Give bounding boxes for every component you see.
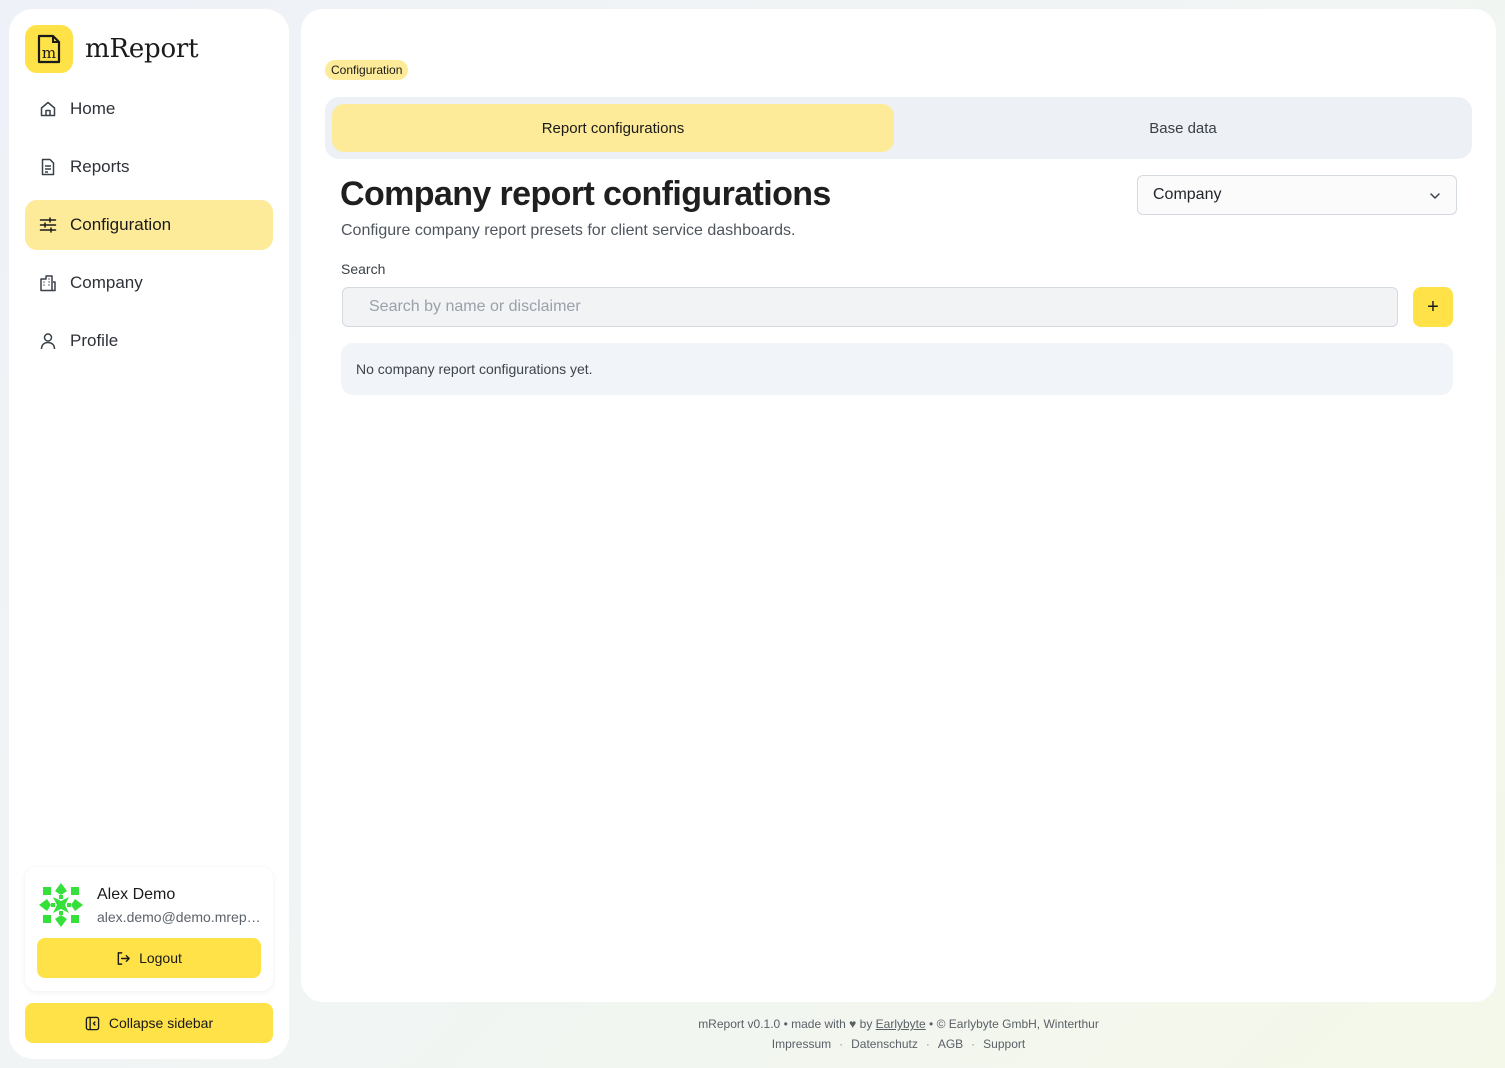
version-text: mReport v0.1.0	[698, 1017, 781, 1031]
collapse-sidebar-button[interactable]: Collapse sidebar	[25, 1003, 273, 1043]
collapse-sidebar-icon	[85, 1016, 100, 1030]
sidebar-item-configuration[interactable]: Configuration	[25, 200, 273, 250]
add-configuration-button[interactable]: +	[1413, 287, 1453, 327]
logout-label: Logout	[139, 950, 182, 966]
footer-dot: •	[783, 1017, 792, 1031]
scope-select-value: Company	[1153, 186, 1222, 203]
tab-bar: Report configurations Base data	[325, 97, 1472, 159]
impressum-link[interactable]: Impressum	[772, 1037, 831, 1051]
sidebar-item-label: Company	[70, 273, 143, 292]
user-name: Alex Demo	[97, 886, 176, 903]
search-input[interactable]	[342, 287, 1398, 327]
sliders-icon	[39, 216, 57, 234]
empty-state: No company report configurations yet.	[341, 343, 1453, 395]
earlybyte-link[interactable]: Earlybyte	[876, 1017, 926, 1031]
chevron-down-icon	[1430, 193, 1440, 199]
brand[interactable]: m mReport	[25, 25, 199, 73]
agb-link[interactable]: AGB	[938, 1037, 963, 1051]
main-panel: Configuration Report configurations Base…	[301, 9, 1496, 1002]
datenschutz-link[interactable]: Datenschutz	[851, 1037, 918, 1051]
user-email: alex.demo@demo.mreport.ch	[97, 909, 265, 925]
plus-icon: +	[1427, 295, 1439, 318]
heart-icon: ♥	[849, 1017, 857, 1031]
footer-links: Impressum · Datenschutz · AGB · Support	[301, 1034, 1496, 1054]
support-link[interactable]: Support	[983, 1037, 1025, 1051]
footer-separator: ·	[971, 1037, 976, 1051]
sidebar-item-home[interactable]: Home	[25, 84, 273, 134]
footer-separator: ·	[839, 1037, 844, 1051]
home-icon	[39, 100, 57, 118]
sidebar-item-label: Profile	[70, 331, 119, 350]
footer-line: mReport v0.1.0 • made with ♥ by Earlybyt…	[301, 1014, 1496, 1034]
sidebar-item-label: Reports	[70, 157, 130, 176]
page-title: Company report configurations	[340, 175, 831, 213]
sidebar-item-profile[interactable]: Profile	[25, 316, 273, 366]
building-icon	[39, 274, 57, 292]
sidebar-item-company[interactable]: Company	[25, 258, 273, 308]
svg-text:m: m	[42, 44, 56, 62]
scope-select[interactable]: Company	[1137, 175, 1457, 215]
user-card: Alex Demo alex.demo@demo.mreport.ch Logo…	[25, 867, 273, 991]
document-icon	[39, 158, 57, 176]
sidebar: m mReport Home Reports Configuration Com…	[9, 9, 289, 1059]
sidebar-nav: Home Reports Configuration Company Profi…	[25, 84, 273, 374]
by-text: by	[859, 1017, 873, 1031]
footer-separator: ·	[925, 1037, 930, 1051]
search-label: Search	[341, 261, 386, 277]
copyright-text: © Earlybyte GmbH, Winterthur	[936, 1017, 1099, 1031]
made-with-text: made with	[791, 1017, 846, 1031]
tab-report-configurations[interactable]: Report configurations	[332, 104, 894, 152]
breadcrumb[interactable]: Configuration	[325, 60, 409, 80]
sidebar-item-label: Home	[70, 99, 116, 118]
user-icon	[39, 332, 57, 350]
avatar[interactable]	[37, 881, 85, 929]
mreport-logo-icon: m	[25, 25, 73, 73]
sidebar-item-label: Configuration	[70, 215, 172, 234]
app-name: mReport	[85, 34, 199, 64]
page-subtitle: Configure company report presets for cli…	[341, 222, 796, 239]
sidebar-item-reports[interactable]: Reports	[25, 142, 273, 192]
footer-dot: •	[929, 1017, 937, 1031]
logout-button[interactable]: Logout	[37, 938, 261, 978]
tab-base-data[interactable]: Base data	[901, 104, 1465, 152]
logout-icon	[117, 951, 130, 965]
collapse-sidebar-label: Collapse sidebar	[108, 1015, 214, 1031]
footer: mReport v0.1.0 • made with ♥ by Earlybyt…	[301, 1014, 1496, 1054]
